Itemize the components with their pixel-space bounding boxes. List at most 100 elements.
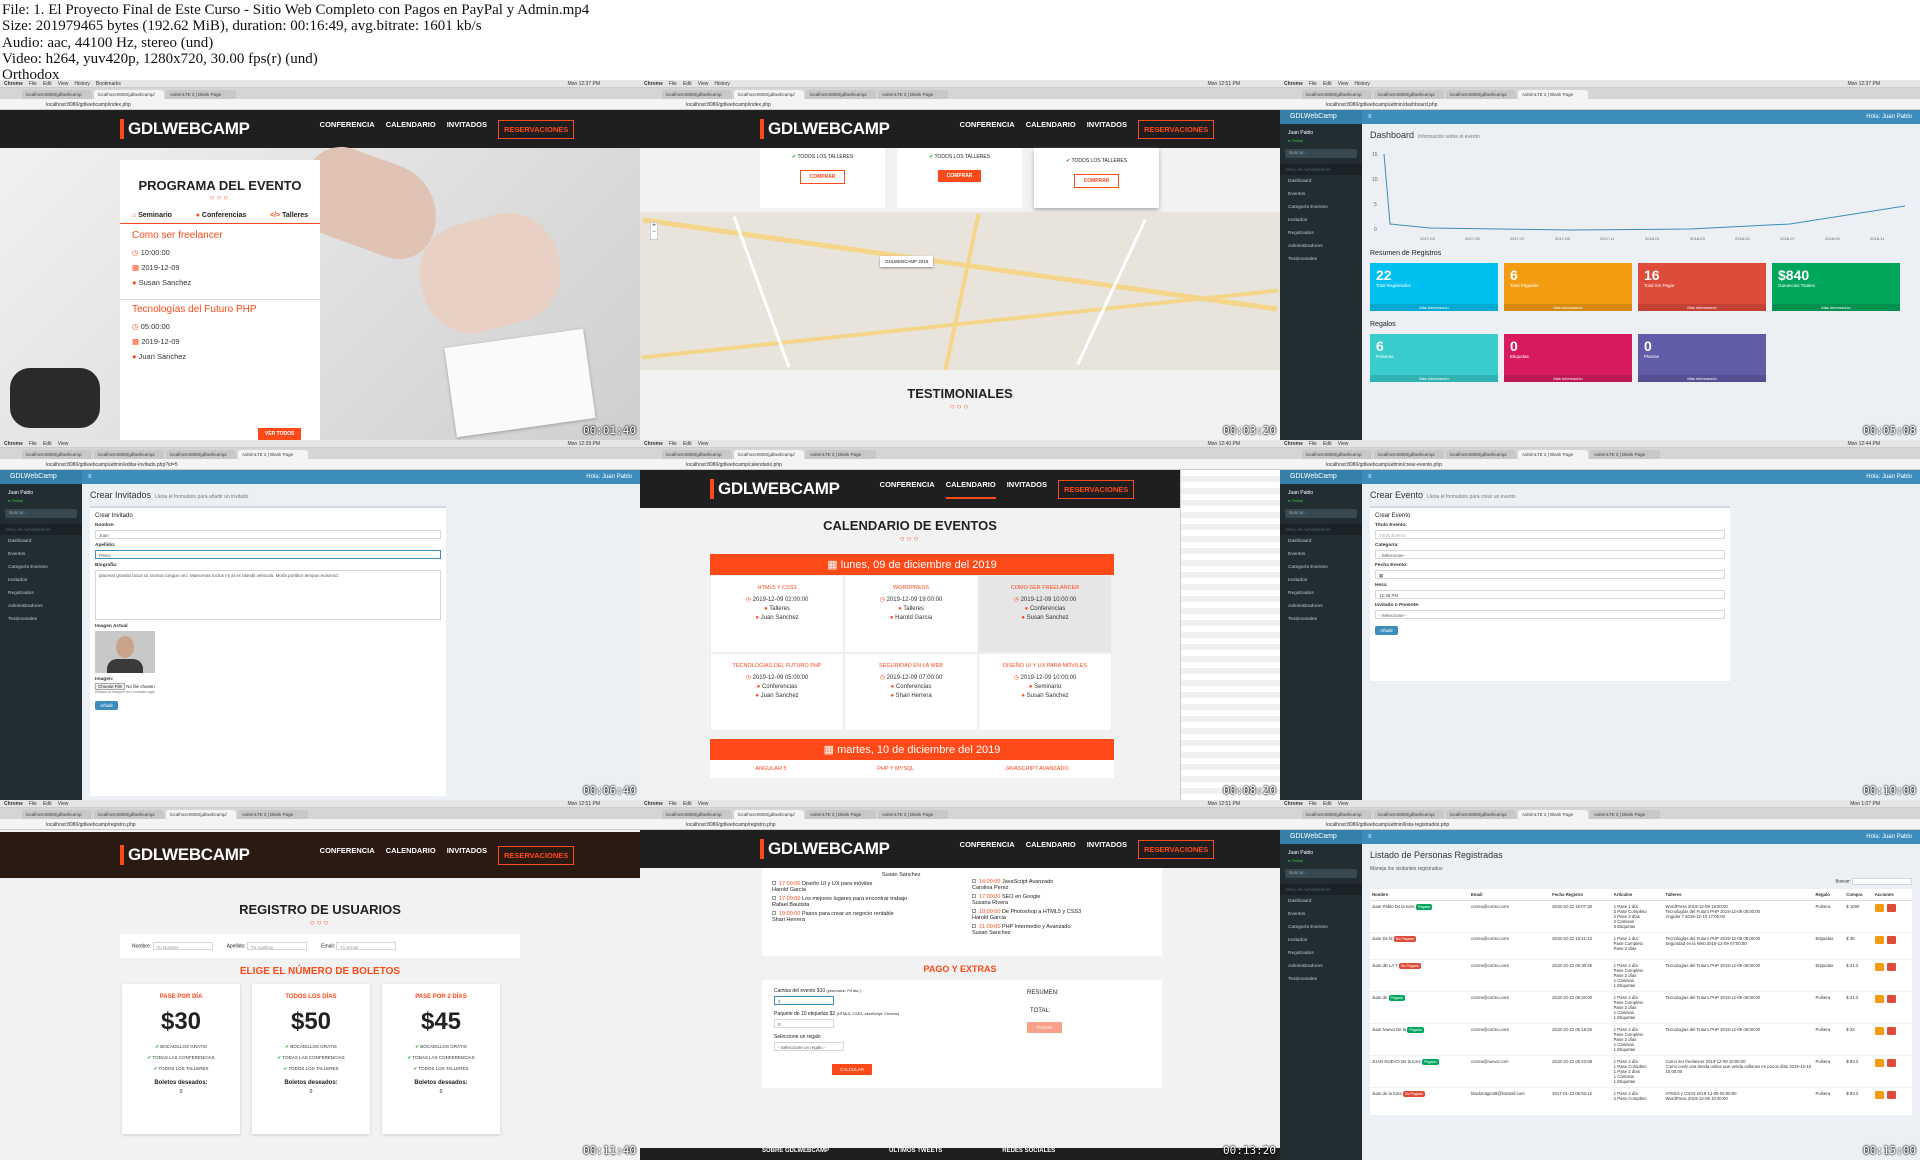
tab-conferencias[interactable]: ● Conferencias bbox=[196, 212, 247, 219]
sidebar-item-testimoniales[interactable]: Testimoniales bbox=[1280, 973, 1362, 986]
browser-tab[interactable]: localhost:8080/gdlwebcamp bbox=[662, 450, 732, 459]
more-info-link[interactable]: Más información bbox=[1638, 304, 1766, 311]
browser-tab[interactable]: localhost:8080/gdlwebcamp bbox=[22, 810, 92, 819]
delete-icon[interactable] bbox=[1886, 904, 1896, 912]
sidebar-item-dashboard[interactable]: Dashboard bbox=[1280, 895, 1362, 908]
site-logo[interactable]: GDLWEBCAMP bbox=[710, 479, 840, 499]
sidebar-item-categoria[interactable]: Categoría Eventos bbox=[0, 561, 82, 574]
admin-hello[interactable]: Hola: Juan Pablo bbox=[1866, 474, 1920, 480]
sidebar-item-administradores[interactable]: Administradores bbox=[0, 600, 82, 613]
browser-tab[interactable]: localhost:8080/gdlwebcamp bbox=[1302, 450, 1372, 459]
address-bar[interactable]: localhost:8080/gdlwebcamp/registro.php bbox=[640, 819, 1280, 830]
comprar-button[interactable]: COMPRAR bbox=[1073, 174, 1120, 188]
categoria-select[interactable]: - Seleccione - bbox=[1375, 550, 1725, 559]
browser-tab[interactable]: AdminLTE 2 | Blank Page bbox=[878, 90, 948, 99]
browser-tab[interactable]: localhost:8080/gdlwebcamp bbox=[1302, 810, 1372, 819]
tab-seminario[interactable]: ⌂ Seminario bbox=[132, 212, 172, 219]
edit-icon[interactable] bbox=[1874, 1059, 1884, 1067]
site-logo[interactable]: GDLWEBCAMP bbox=[120, 845, 250, 865]
nav-conferencia[interactable]: CONFERENCIA bbox=[880, 480, 935, 499]
hora-input[interactable]: 12:38 PM bbox=[1375, 590, 1725, 599]
browser-tab[interactable]: AdminLTE 2 | Blank Page bbox=[166, 90, 236, 99]
column-header[interactable]: Talleres bbox=[1663, 889, 1814, 901]
tab-talleres[interactable]: </> Talleres bbox=[270, 212, 308, 219]
delete-icon[interactable] bbox=[1886, 1027, 1896, 1035]
browser-tab[interactable]: localhost:8080/gdlwebcamp/ bbox=[806, 90, 876, 99]
admin-hello[interactable]: Hola: Juan Pablo bbox=[1866, 114, 1920, 120]
add-button[interactable]: Añadir bbox=[95, 701, 119, 710]
sidebar-item-testimoniales[interactable]: Testimoniales bbox=[0, 613, 82, 626]
comprar-button[interactable]: COMPRAR bbox=[937, 170, 982, 182]
titulo-input[interactable]: Título Evento bbox=[1375, 530, 1725, 539]
more-info-link[interactable]: Más información bbox=[1504, 304, 1632, 311]
sidebar-item-dashboard[interactable]: Dashboard bbox=[1280, 175, 1362, 188]
sidebar-item-administradores[interactable]: Administradores bbox=[1280, 240, 1362, 253]
invitado-select[interactable]: - Seleccione - bbox=[1375, 610, 1725, 619]
nav-reservaciones[interactable]: RESERVACIONES bbox=[497, 119, 575, 139]
nav-reservaciones[interactable]: RESERVACIONES bbox=[1057, 479, 1135, 499]
nav-conferencia[interactable]: CONFERENCIA bbox=[960, 120, 1015, 139]
edit-icon[interactable] bbox=[1874, 963, 1884, 971]
nav-conferencia[interactable]: CONFERENCIA bbox=[320, 120, 375, 139]
address-bar[interactable]: localhost:8080/gdlwebcamp/index.php bbox=[640, 99, 1280, 110]
checkbox[interactable] bbox=[972, 894, 976, 898]
browser-tab[interactable]: AdminLTE 2 | Blank Page bbox=[1518, 90, 1588, 99]
admin-brand[interactable]: GDLWebCamp bbox=[1280, 110, 1362, 124]
map[interactable]: GDLWEBCAMP 2019 + − bbox=[640, 212, 1280, 370]
browser-tab[interactable]: localhost:8080/gdlwebcamp/ bbox=[734, 90, 804, 99]
more-info-link[interactable]: Más información bbox=[1370, 375, 1498, 382]
sidebar-item-categoria[interactable]: Categoría Eventos bbox=[1280, 921, 1362, 934]
column-header[interactable]: Compra bbox=[1844, 889, 1873, 901]
more-info-link[interactable]: Más información bbox=[1504, 375, 1632, 382]
ver-todos-button[interactable]: VER TODOS bbox=[258, 428, 302, 440]
address-bar[interactable]: localhost:8080/gdlwebcamp/calendario.php bbox=[640, 459, 1280, 470]
nav-reservaciones[interactable]: RESERVACIONES bbox=[497, 845, 575, 865]
browser-tab[interactable]: AdminLTE 2 | Blank Page bbox=[806, 450, 876, 459]
browser-tab[interactable]: AdminLTE 2 | Blank Page bbox=[238, 810, 308, 819]
browser-tab[interactable]: AdminLTE 2 | Blank Page bbox=[1518, 450, 1588, 459]
sidebar-item-administradores[interactable]: Administradores bbox=[1280, 600, 1362, 613]
sidebar-item-eventos[interactable]: Eventos bbox=[1280, 188, 1362, 201]
address-bar[interactable]: localhost:8080/gdlwebcamp/admin/dashboar… bbox=[1280, 99, 1920, 110]
address-bar[interactable]: localhost:8080/gdlwebcamp/index.php bbox=[0, 99, 640, 110]
nav-invitados[interactable]: INVITADOS bbox=[447, 120, 487, 139]
sidebar-item-categoria[interactable]: Categoría Eventos bbox=[1280, 561, 1362, 574]
delete-icon[interactable] bbox=[1886, 1059, 1896, 1067]
sidebar-item-administradores[interactable]: Administradores bbox=[1280, 960, 1362, 973]
site-logo[interactable]: GDLWEBCAMP bbox=[760, 119, 890, 139]
edit-icon[interactable] bbox=[1874, 995, 1884, 1003]
sidebar-item-eventos[interactable]: Eventos bbox=[1280, 548, 1362, 561]
admin-brand[interactable]: GDLWebCamp bbox=[1280, 470, 1362, 484]
column-header[interactable]: Email bbox=[1468, 889, 1551, 901]
browser-tab[interactable]: localhost:8080/gdlwebcamp/ bbox=[734, 810, 804, 819]
browser-tab[interactable]: AdminLTE 2 | Blank Page bbox=[878, 810, 948, 819]
regalo-select[interactable]: - Seleccione un regalo - bbox=[774, 1042, 844, 1051]
browser-tab[interactable]: localhost:8080/gdlwebcamp/ bbox=[1374, 810, 1444, 819]
checkbox[interactable] bbox=[772, 896, 776, 900]
column-header[interactable]: Acciones bbox=[1872, 889, 1912, 901]
boletos-input[interactable]: 0 bbox=[252, 1089, 370, 1095]
table-search-input[interactable] bbox=[1852, 878, 1912, 885]
browser-tab[interactable]: localhost:8080/gdlwebcamp bbox=[22, 90, 92, 99]
nav-invitados[interactable]: INVITADOS bbox=[1007, 480, 1047, 499]
column-header[interactable]: Fecha Registro bbox=[1550, 889, 1612, 901]
browser-tab[interactable]: localhost:8080/gdlwebcamp/ bbox=[166, 450, 236, 459]
zoom-control[interactable]: + − bbox=[650, 222, 658, 240]
browser-tab[interactable]: AdminLTE 2 | Blank Page bbox=[806, 810, 876, 819]
delete-icon[interactable] bbox=[1886, 1091, 1896, 1099]
browser-tab[interactable]: AdminLTE 2 | Blank Page bbox=[1590, 810, 1660, 819]
fecha-input[interactable]: ▦ bbox=[1375, 570, 1725, 579]
browser-tab[interactable]: localhost:8080/gdlwebcamp bbox=[662, 810, 732, 819]
admin-hello[interactable]: Hola: Juan Pablo bbox=[1866, 834, 1920, 840]
email-input[interactable]: Tu Email bbox=[336, 942, 397, 950]
sidebar-item-dashboard[interactable]: Dashboard bbox=[1280, 535, 1362, 548]
site-logo[interactable]: GDLWEBCAMP bbox=[120, 119, 250, 139]
menu-toggle-icon[interactable]: ≡ bbox=[88, 474, 92, 480]
browser-tab[interactable]: localhost:8080/gdlwebcamp/ bbox=[1446, 90, 1516, 99]
column-header[interactable]: Regalo bbox=[1813, 889, 1845, 901]
browser-tab[interactable]: localhost:8080/gdlwebcamp bbox=[22, 450, 92, 459]
menu-toggle-icon[interactable]: ≡ bbox=[1368, 834, 1372, 840]
nav-conferencia[interactable]: CONFERENCIA bbox=[320, 846, 375, 865]
browser-tab[interactable]: localhost:8080/gdlwebcamp/ bbox=[94, 90, 164, 99]
nav-invitados[interactable]: INVITADOS bbox=[1087, 120, 1127, 139]
